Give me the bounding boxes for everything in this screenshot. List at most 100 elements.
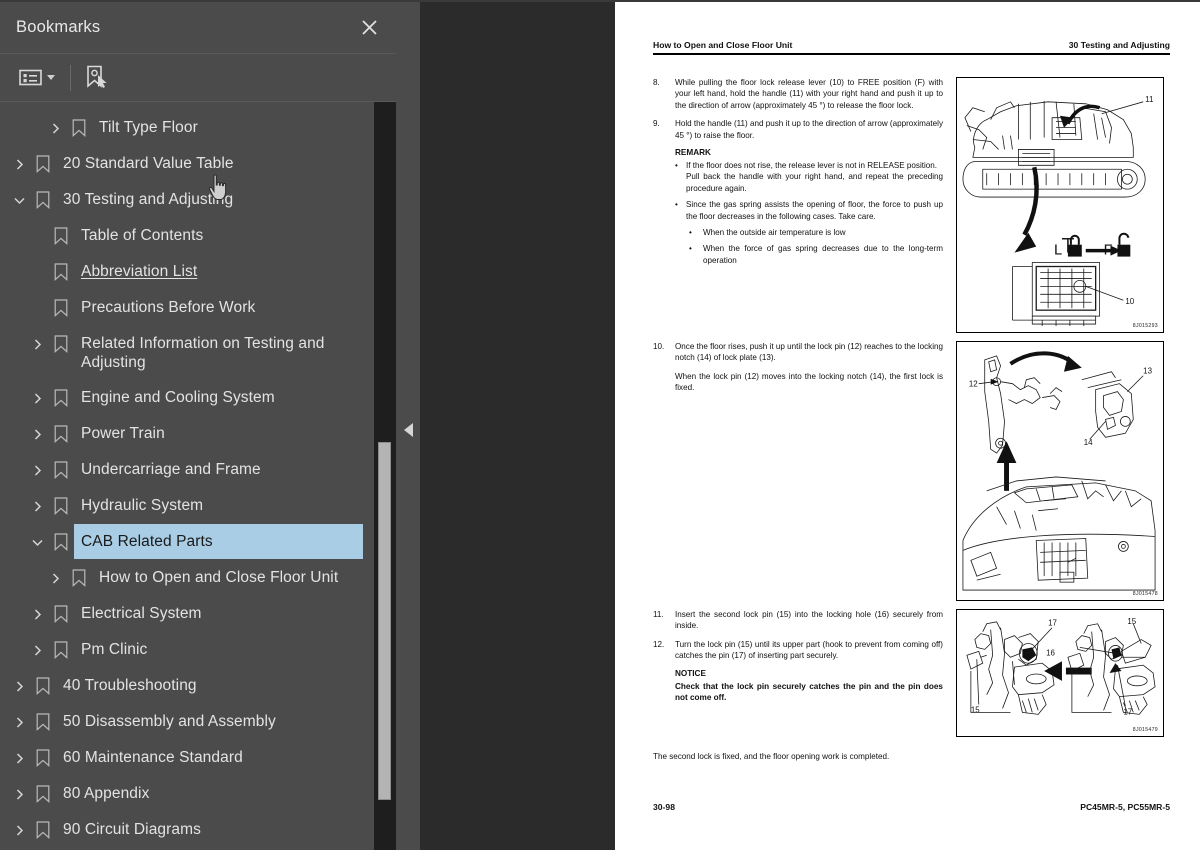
bookmark-label: 20 Standard Value Table — [63, 155, 234, 172]
figure-label-10: 10 — [1125, 297, 1134, 306]
bookmark-item[interactable]: Related Information on Testing and Adjus… — [0, 326, 396, 380]
bookmark-item[interactable]: 80 Appendix — [0, 776, 396, 812]
bookmark-icon — [30, 668, 56, 695]
chevron-right-icon[interactable] — [8, 812, 30, 837]
bookmark-item[interactable]: 30 Testing and Adjusting — [0, 182, 396, 218]
text-column-2: 10. Once the floor rises, push it up unt… — [653, 341, 943, 601]
step-text: Once the floor rises, push it up until t… — [675, 342, 943, 363]
bookmark-item[interactable]: CAB Related Parts — [0, 523, 396, 560]
bookmark-icon — [48, 488, 74, 515]
find-current-bookmark-icon[interactable] — [84, 63, 108, 93]
chevron-down-icon[interactable] — [47, 75, 55, 80]
bookmark-icon — [48, 596, 74, 623]
bookmark-item[interactable]: Hydraulic System — [0, 488, 396, 524]
bookmark-item[interactable]: 60 Maintenance Standard — [0, 740, 396, 776]
bookmark-item[interactable]: Engine and Cooling System — [0, 380, 396, 416]
bookmark-label: 40 Troubleshooting — [63, 677, 197, 694]
twisty-placeholder — [26, 254, 48, 279]
bookmark-item[interactable]: 90 Circuit Diagrams — [0, 812, 396, 848]
bookmarks-tree: Tilt Type Floor 20 Standard Value Table 30… — [0, 110, 396, 848]
chevron-right-icon[interactable] — [44, 560, 66, 585]
notice-heading: NOTICE — [675, 668, 706, 678]
bookmark-label: How to Open and Close Floor Unit — [99, 569, 339, 586]
close-icon[interactable] — [356, 15, 382, 41]
chevron-right-icon[interactable] — [44, 110, 66, 135]
bookmark-item[interactable]: Abbreviation List — [0, 254, 396, 290]
model-designation: PC45MR-5, PC55MR-5 — [1080, 802, 1170, 812]
bookmark-label: Related Information on Testing and Adjus… — [81, 335, 325, 371]
notice-text: Check that the lock pin securely catches… — [675, 681, 943, 703]
step-10: 10. Once the floor rises, push it up unt… — [653, 341, 943, 364]
bookmark-icon — [48, 326, 74, 353]
bookmark-label: Tilt Type Floor — [99, 119, 198, 136]
content-block-2: 10. Once the floor rises, push it up unt… — [653, 341, 1170, 601]
chevron-right-icon[interactable] — [8, 704, 30, 729]
bookmark-item[interactable]: 50 Disassembly and Assembly — [0, 704, 396, 740]
step-text: Insert the second lock pin (15) into the… — [675, 610, 943, 631]
page-header: How to Open and Close Floor Unit 30 Test… — [653, 40, 1170, 53]
bookmark-icon — [48, 632, 74, 659]
bookmark-item[interactable]: 40 Troubleshooting — [0, 668, 396, 704]
chevron-right-icon[interactable] — [26, 596, 48, 621]
figure-column-3: 17 15 16 15 17 8J015479 — [956, 609, 1164, 737]
bookmark-item[interactable]: Power Train — [0, 416, 396, 452]
bookmarks-scrollbar[interactable] — [374, 102, 396, 850]
chevron-right-icon[interactable] — [8, 668, 30, 693]
bookmark-item[interactable]: How to Open and Close Floor Unit — [0, 560, 396, 596]
bookmark-label: Power Train — [81, 425, 165, 442]
bookmark-icon — [48, 452, 74, 479]
bookmark-item[interactable]: Tilt Type Floor — [0, 110, 396, 146]
content-block-1: 8. While pulling the floor lock release … — [653, 77, 1170, 333]
figure-label-14: 14 — [1084, 438, 1093, 447]
toolbar-divider — [70, 64, 71, 91]
bookmark-label: Table of Contents — [81, 227, 204, 244]
bookmark-item[interactable]: Pm Clinic — [0, 632, 396, 668]
bookmark-item[interactable]: Table of Contents — [0, 218, 396, 254]
bullet-text: When the force of gas spring decreases d… — [703, 244, 943, 265]
chevron-right-icon[interactable] — [26, 452, 48, 477]
bookmarks-tree-scroll-area[interactable]: Tilt Type Floor 20 Standard Value Table 30… — [0, 102, 396, 850]
remark-bullet-1: • If the floor does not rise, the releas… — [675, 160, 943, 194]
svg-text:L: L — [1054, 243, 1062, 259]
chevron-right-icon[interactable] — [26, 632, 48, 657]
bookmark-label: CAB Related Parts — [73, 523, 364, 560]
remark-bullet-2: • Since the gas spring assists the openi… — [675, 199, 943, 222]
bookmarks-toolbar — [0, 54, 396, 102]
panel-resize-strip[interactable] — [396, 0, 420, 850]
step-text: Turn the lock pin (15) until its upper p… — [675, 639, 943, 661]
figure-1: L F 11 10 8J015293 — [956, 77, 1164, 333]
svg-text:F: F — [1104, 243, 1113, 259]
bookmark-icon — [48, 218, 74, 245]
figure-label-16: 16 — [1046, 648, 1055, 657]
chevron-down-icon[interactable] — [26, 524, 48, 549]
step-text: While pulling the floor lock release lev… — [675, 78, 943, 110]
bookmark-item[interactable]: Precautions Before Work — [0, 290, 396, 326]
bookmarks-scrollbar-thumb[interactable] — [378, 442, 391, 800]
remark-subbullet-2: • When the force of gas spring decreases… — [689, 243, 943, 266]
chevron-right-icon[interactable] — [26, 326, 48, 351]
chevron-right-icon[interactable] — [8, 146, 30, 171]
bookmark-icon — [66, 560, 92, 587]
bullet-text: When the outside air temperature is low — [703, 228, 846, 238]
chevron-down-icon[interactable] — [8, 182, 30, 207]
step-text: Hold the handle (11) and push it up to t… — [675, 119, 943, 140]
list-options-icon[interactable] — [17, 63, 57, 93]
bookmark-item[interactable]: Undercarriage and Frame — [0, 452, 396, 488]
pdf-viewer: How to Open and Close Floor Unit 30 Test… — [420, 0, 1200, 850]
chevron-right-icon[interactable] — [8, 740, 30, 765]
bookmark-label: 80 Appendix — [63, 785, 150, 802]
step-number: 10. — [653, 342, 665, 351]
step-12: 12. Turn the lock pin (15) until its upp… — [653, 639, 943, 662]
step-11: 11. Insert the second lock pin (15) into… — [653, 609, 943, 632]
bookmark-item[interactable]: Electrical System — [0, 596, 396, 632]
chevron-right-icon[interactable] — [8, 776, 30, 801]
figure-id: 8J015293 — [1132, 323, 1158, 329]
bookmark-item[interactable]: 20 Standard Value Table — [0, 146, 396, 182]
chevron-right-icon[interactable] — [26, 380, 48, 405]
bookmark-label: 60 Maintenance Standard — [63, 749, 243, 766]
chevron-right-icon[interactable] — [26, 416, 48, 441]
collapse-left-icon[interactable] — [401, 422, 415, 438]
bookmark-icon — [30, 182, 56, 209]
bullet-glyph: • — [689, 244, 692, 254]
chevron-right-icon[interactable] — [26, 488, 48, 513]
